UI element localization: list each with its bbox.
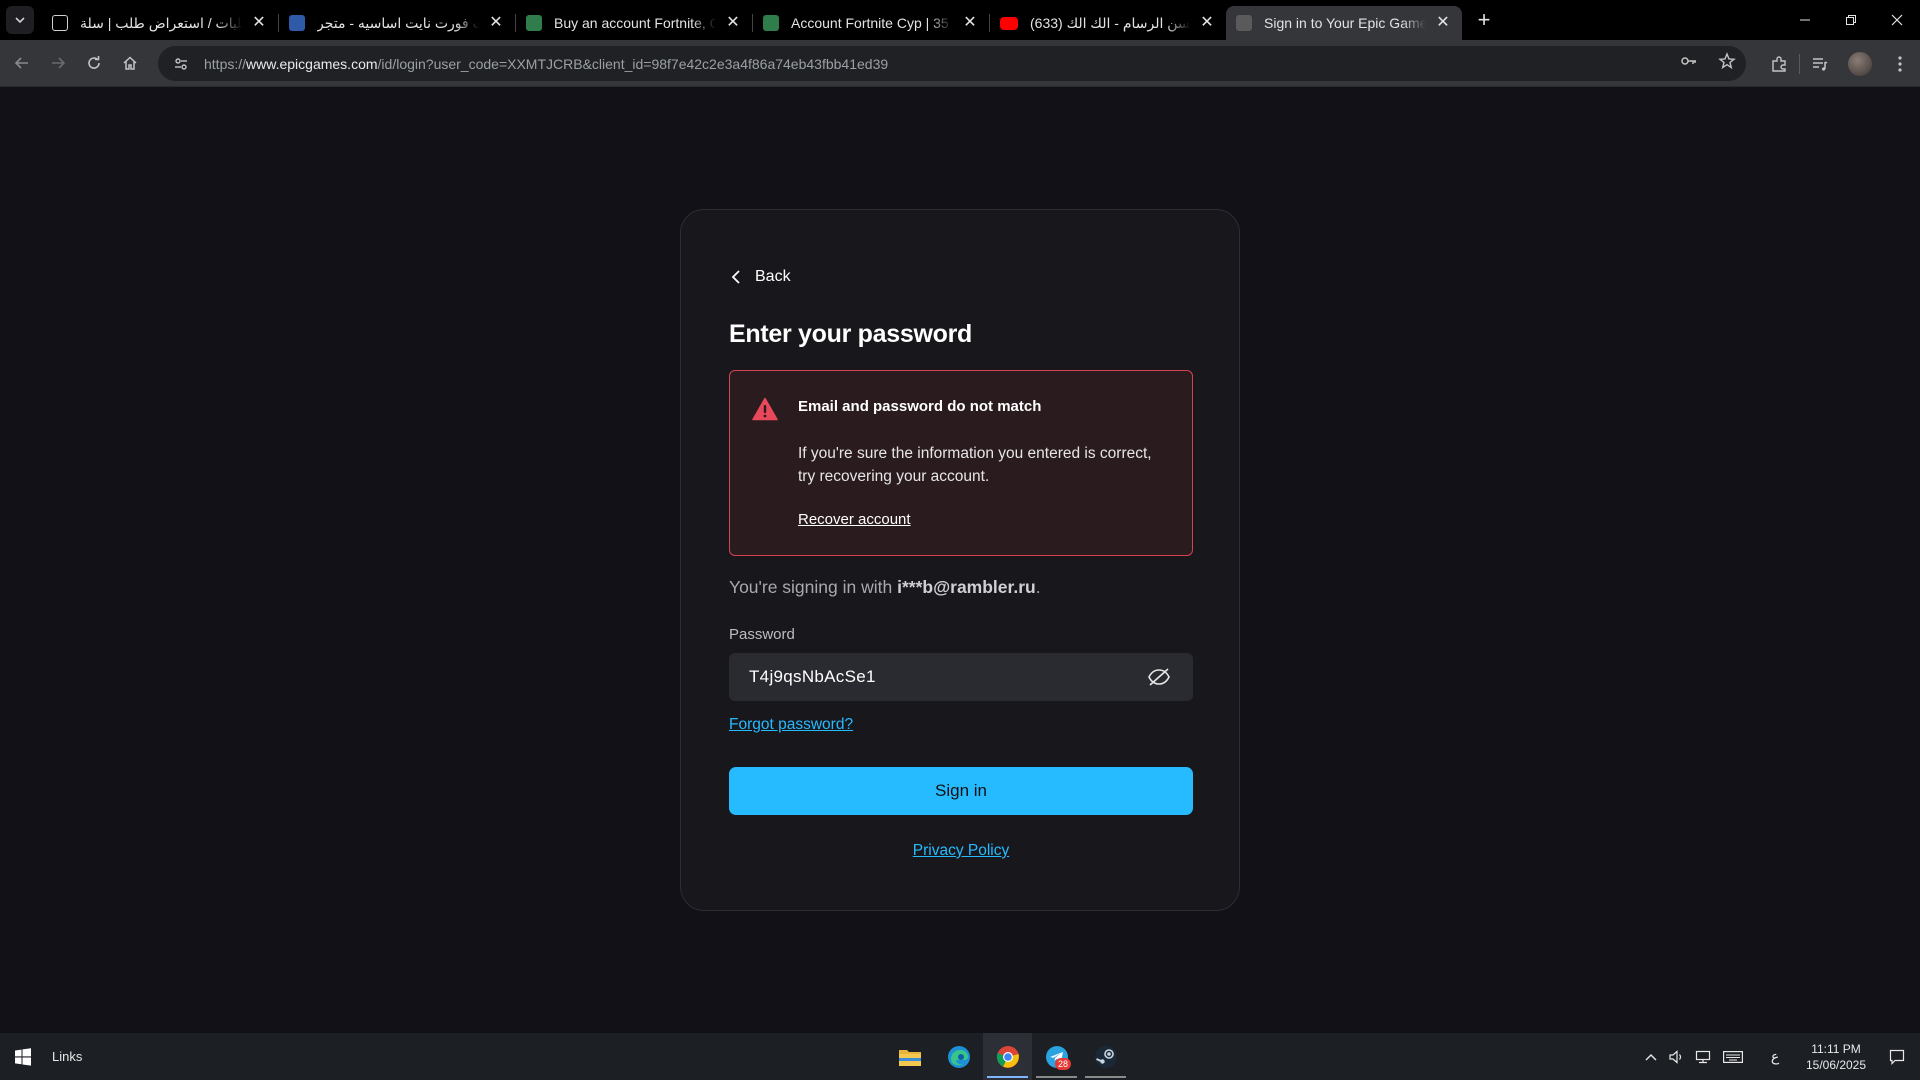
- show-hidden-icons-chevron-icon[interactable]: [1638, 1053, 1664, 1061]
- signing-prefix: You're signing in with: [729, 577, 898, 597]
- toolbar-right-actions: [1759, 40, 1920, 87]
- alert-title: Email and password do not match: [798, 398, 1042, 415]
- url-path: /id/login?user_code=XXMTJCRB&client_id=9…: [377, 55, 889, 72]
- browser-tab[interactable]: Buy an account Fortnite, Cheap ✕: [516, 6, 752, 40]
- notification-center-icon[interactable]: [1874, 1049, 1920, 1065]
- tab-favicon-icon: [763, 15, 779, 31]
- tab-close-icon[interactable]: ✕: [1198, 14, 1216, 32]
- browser-menu-icon[interactable]: [1880, 40, 1920, 87]
- steam-icon[interactable]: [1081, 1033, 1130, 1080]
- sign-in-button[interactable]: Sign in: [729, 767, 1193, 815]
- telegram-icon[interactable]: 28: [1032, 1033, 1081, 1080]
- tab-favicon-icon: [52, 15, 68, 31]
- profile-avatar[interactable]: [1840, 40, 1880, 87]
- tab-close-icon[interactable]: ✕: [1434, 14, 1452, 32]
- keyboard-icon[interactable]: [1716, 1050, 1750, 1063]
- tab-favicon-icon: [526, 15, 542, 31]
- url-host: www.epicgames.com: [246, 55, 378, 72]
- page-content: Back Enter your password Email and passw…: [0, 87, 1920, 1033]
- alert-message: If you're sure the information you enter…: [798, 445, 1152, 485]
- privacy-policy-link[interactable]: Privacy Policy: [913, 842, 1009, 859]
- url-scheme: https://: [204, 55, 247, 72]
- password-label: Password: [729, 626, 795, 643]
- password-key-icon[interactable]: [1680, 52, 1698, 75]
- password-value: T4j9qsNbAcSe1: [749, 667, 876, 686]
- input-language-indicator[interactable]: ع: [1762, 1048, 1788, 1065]
- links-toolbar-label[interactable]: Links: [52, 1049, 82, 1064]
- chevron-down-icon: [15, 17, 25, 24]
- clock-time: 11:11 PM: [1811, 1041, 1861, 1056]
- error-alert: Email and password do not match If you'r…: [729, 370, 1193, 556]
- chevron-left-icon: [731, 270, 740, 284]
- forward-arrow-icon[interactable]: [40, 45, 76, 81]
- new-tab-button[interactable]: +: [1470, 6, 1498, 34]
- tab-search-button[interactable]: [6, 6, 34, 34]
- browser-tab[interactable]: (633) حسن الرسام - الك الك / be ✕: [990, 6, 1226, 40]
- bookmark-star-icon[interactable]: [1718, 52, 1736, 75]
- browser-toolbar: https://www.epicgames.com/id/login?user_…: [0, 40, 1920, 87]
- back-button[interactable]: Back: [731, 268, 791, 286]
- tab-title: (633) حسن الرسام - الك الك / be: [1030, 14, 1190, 31]
- browser-tab[interactable]: حسابات فورت نايت اساسيه - متجر ✕: [279, 6, 515, 40]
- extensions-puzzle-icon[interactable]: [1759, 40, 1799, 87]
- network-icon[interactable]: [1690, 1050, 1716, 1064]
- forgot-password-link[interactable]: Forgot password?: [729, 716, 853, 734]
- edge-browser-icon[interactable]: [934, 1033, 983, 1080]
- url-text: https://www.epicgames.com/id/login?user_…: [204, 56, 888, 72]
- signing-email: i***b@rambler.ru: [897, 577, 1036, 597]
- tab-title: Sign in to Your Epic Games account: [1264, 15, 1426, 31]
- window-controls: [1782, 0, 1920, 40]
- windows-taskbar: Links 28 ع 11:11 PM 15/06/2025: [0, 1033, 1920, 1080]
- home-icon[interactable]: [112, 45, 148, 81]
- browser-tab[interactable]: الطلبات / استعراض طلب | سلة ✕: [42, 6, 278, 40]
- restore-icon[interactable]: [1828, 0, 1874, 40]
- privacy-policy-wrapper: Privacy Policy: [681, 842, 1241, 860]
- tab-favicon-icon: [1236, 15, 1252, 31]
- volume-icon[interactable]: [1664, 1049, 1690, 1064]
- tab-title: Buy an account Fortnite, Cheap: [554, 15, 716, 31]
- file-explorer-icon[interactable]: [885, 1033, 934, 1080]
- tab-title: Account Fortnite Cyp | 35 Skins: [791, 15, 953, 31]
- telegram-unread-badge: 28: [1054, 1058, 1071, 1070]
- tab-close-icon[interactable]: ✕: [250, 14, 268, 32]
- password-field[interactable]: T4j9qsNbAcSe1: [729, 653, 1193, 701]
- browser-tab-strip: الطلبات / استعراض طلب | سلة ✕ حسابات فور…: [0, 0, 1920, 40]
- recover-account-link[interactable]: Recover account: [798, 511, 911, 528]
- youtube-icon: [1000, 16, 1018, 30]
- signing-suffix: .: [1035, 577, 1041, 597]
- address-bar[interactable]: https://www.epicgames.com/id/login?user_…: [158, 46, 1746, 81]
- hide-password-eye-icon[interactable]: [1145, 663, 1173, 691]
- system-tray: ع 11:11 PM 15/06/2025: [1638, 1033, 1920, 1080]
- taskbar-clock[interactable]: 11:11 PM 15/06/2025: [1798, 1041, 1874, 1073]
- tab-favicon-icon: [289, 15, 305, 31]
- tab-close-icon[interactable]: ✕: [487, 14, 505, 32]
- browser-tab[interactable]: Account Fortnite Cyp | 35 Skins ✕: [753, 6, 989, 40]
- close-window-icon[interactable]: [1874, 0, 1920, 40]
- signing-in-info: You're signing in with i***b@rambler.ru.: [729, 577, 1041, 598]
- page-title: Enter your password: [729, 320, 972, 348]
- browser-tab-active[interactable]: Sign in to Your Epic Games account ✕: [1226, 6, 1462, 40]
- warning-triangle-icon: [752, 397, 778, 421]
- back-arrow-icon[interactable]: [4, 45, 40, 81]
- login-card: Back Enter your password Email and passw…: [680, 209, 1240, 911]
- windows-start-icon[interactable]: [0, 1033, 46, 1080]
- tab-title: حسابات فورت نايت اساسيه - متجر: [317, 14, 479, 31]
- chrome-browser-icon[interactable]: [983, 1033, 1032, 1080]
- tab-close-icon[interactable]: ✕: [961, 14, 979, 32]
- back-label: Back: [755, 268, 791, 285]
- tab-close-icon[interactable]: ✕: [724, 14, 742, 32]
- reload-icon[interactable]: [76, 45, 112, 81]
- clock-date: 15/06/2025: [1805, 1057, 1867, 1072]
- taskbar-pinned-apps: 28: [885, 1033, 1130, 1080]
- address-bar-actions: [1680, 46, 1736, 81]
- tab-title: الطلبات / استعراض طلب | سلة: [80, 14, 242, 31]
- minimize-icon[interactable]: [1782, 0, 1828, 40]
- media-controls-icon[interactable]: [1800, 40, 1840, 87]
- site-settings-icon[interactable]: [166, 56, 196, 72]
